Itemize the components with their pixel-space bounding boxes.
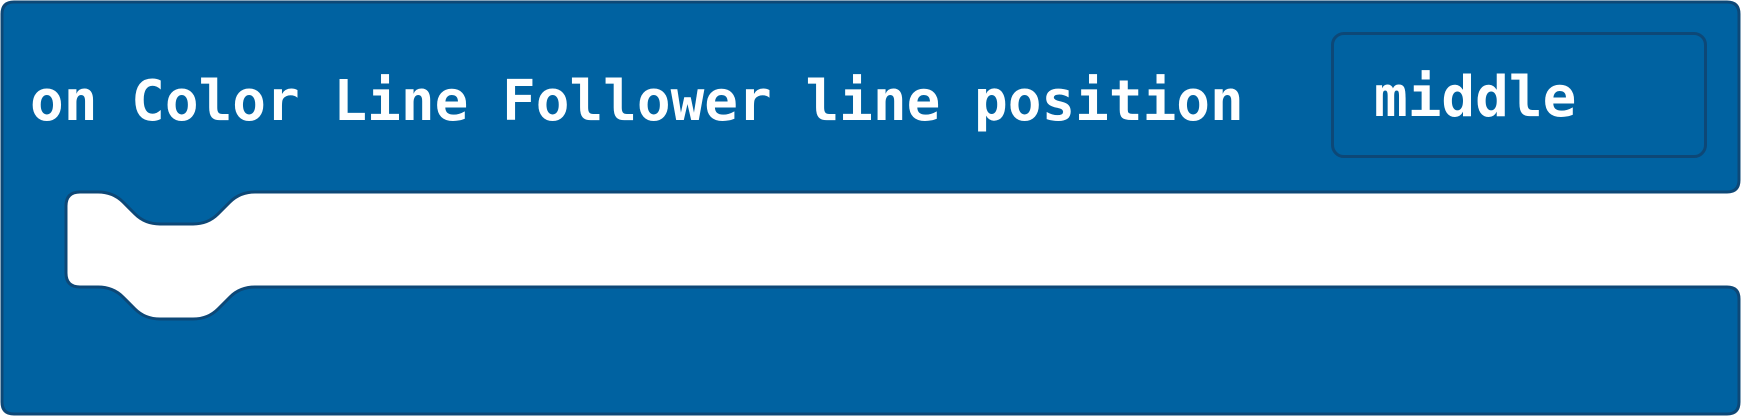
event-block[interactable]: on Color Line Follower line position mid… [0,0,1741,416]
line-position-dropdown-value: middle [1374,65,1577,130]
line-position-dropdown[interactable]: middle [1331,32,1707,158]
event-block-label: on Color Line Follower line position [30,69,1244,134]
